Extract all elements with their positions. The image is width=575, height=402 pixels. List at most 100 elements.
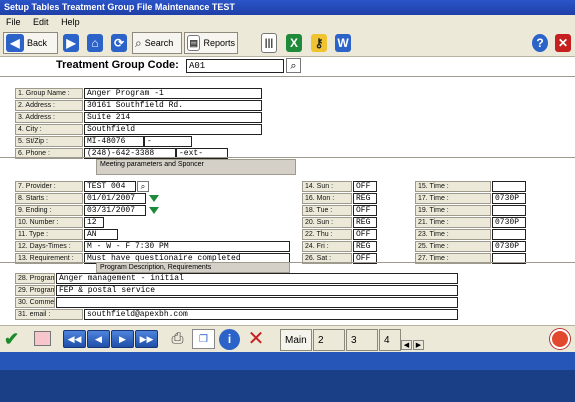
- delete-icon[interactable]: ✕: [245, 328, 267, 350]
- time-25-field[interactable]: 0730P: [492, 241, 526, 252]
- ending-dropdown-icon[interactable]: [149, 207, 159, 214]
- divider: [0, 76, 575, 77]
- label-time-21: 21. Time :: [415, 217, 491, 228]
- key-icon: ⚷: [311, 34, 327, 52]
- address-2-field[interactable]: Suite 214: [84, 112, 262, 123]
- menu-edit[interactable]: Edit: [33, 17, 49, 27]
- day-16-field[interactable]: REG: [353, 193, 377, 204]
- label-email: 31. email :: [15, 309, 83, 320]
- label-number: 10. Number :: [15, 217, 83, 228]
- reports-button[interactable]: ▤ Reports: [184, 32, 238, 54]
- label-time-23: 23. Time :: [415, 229, 491, 240]
- print-icon[interactable]: ⎙: [167, 329, 188, 349]
- label-program-29: 29. Program :: [15, 285, 55, 296]
- first-record-icon[interactable]: ◀◀: [63, 330, 86, 348]
- barcode-button[interactable]: |||: [258, 32, 280, 54]
- info-icon[interactable]: i: [219, 329, 240, 350]
- day-18-field[interactable]: OFF: [353, 205, 377, 216]
- label-program-28: 28. Program :: [15, 273, 55, 284]
- label-day-18: 18. Tue :: [302, 205, 352, 216]
- time-17-field[interactable]: 0730P: [492, 193, 526, 204]
- starts-dropdown-icon[interactable]: [149, 195, 159, 202]
- time-19-field[interactable]: [492, 205, 526, 216]
- group-name-field[interactable]: Anger Program -1: [84, 88, 262, 99]
- tab-scroll-right-icon[interactable]: ▶: [413, 340, 424, 350]
- tab-3[interactable]: 3: [346, 329, 378, 351]
- back-button[interactable]: ◀ Back: [3, 32, 58, 54]
- label-days-times: 12. Days-Times :: [15, 241, 83, 252]
- city-field[interactable]: Southfield: [84, 124, 262, 135]
- close-button[interactable]: ✕: [552, 32, 574, 54]
- previous-record-icon[interactable]: ◀: [87, 330, 110, 348]
- label-day-22: 22. Thu :: [302, 229, 352, 240]
- label-day-14: 14. Sun :: [302, 181, 352, 192]
- refresh-button[interactable]: ⟳: [108, 32, 130, 54]
- refresh-icon: ⟳: [111, 34, 127, 52]
- back-arrow-icon: ◀: [6, 34, 24, 52]
- help-icon: ?: [532, 34, 548, 52]
- divider: [0, 157, 575, 158]
- type-field[interactable]: AN: [84, 229, 118, 240]
- zip-extension-field[interactable]: -: [144, 136, 192, 147]
- time-23-field[interactable]: [492, 229, 526, 240]
- label-ending: 9. Ending :: [15, 205, 83, 216]
- home-icon: ⌂: [87, 34, 103, 52]
- next-record-icon[interactable]: ▶: [111, 330, 134, 348]
- label-group-name: 1. Group Name :: [15, 88, 83, 99]
- code-bar: Treatment Group Code: A01 ⌕: [0, 57, 575, 76]
- ending-field[interactable]: 03/31/2007: [84, 205, 146, 216]
- code-field[interactable]: A01: [186, 59, 284, 73]
- menu-file[interactable]: File: [6, 17, 21, 27]
- code-lookup-search-icon[interactable]: ⌕: [286, 58, 301, 73]
- menu-help[interactable]: Help: [61, 17, 80, 27]
- tab-4[interactable]: 4: [379, 329, 401, 351]
- excel-button[interactable]: X: [283, 32, 305, 54]
- provider-lookup-search-icon[interactable]: ⌕: [137, 181, 149, 192]
- days-times-field[interactable]: M - W - F 7:30 PM: [84, 241, 290, 252]
- label-comment: 30. Comment :: [15, 297, 55, 308]
- tab-main[interactable]: Main: [280, 329, 312, 351]
- toolbar: ◀ Back ▶ ⌂ ⟳ ⌕ Search ▤ Reports ||| X ⚷ …: [0, 29, 575, 57]
- word-button[interactable]: W: [332, 32, 354, 54]
- checkmark-icon[interactable]: ✔: [4, 330, 26, 348]
- label-city: 4. City :: [15, 124, 83, 135]
- last-record-icon[interactable]: ▶▶: [135, 330, 158, 348]
- status-line: [0, 352, 575, 370]
- key-button[interactable]: ⚷: [308, 32, 330, 54]
- label-day-16: 16. Mon :: [302, 193, 352, 204]
- comment-field[interactable]: [56, 297, 458, 308]
- clear-icon[interactable]: [34, 331, 51, 346]
- time-21-field[interactable]: 0730P: [492, 217, 526, 228]
- forward-arrow-icon: ▶: [63, 34, 79, 52]
- help-button[interactable]: ?: [529, 32, 551, 54]
- time-15-field[interactable]: [492, 181, 526, 192]
- program-28-field[interactable]: Anger management - initial: [56, 273, 458, 284]
- day-14-field[interactable]: OFF: [353, 181, 377, 192]
- copy-icon[interactable]: ❐: [192, 329, 215, 349]
- number-field[interactable]: 12: [84, 217, 104, 228]
- label-day-24: 24. Fri :: [302, 241, 352, 252]
- address-1-field[interactable]: 30161 Southfield Rd.: [84, 100, 262, 111]
- email-field[interactable]: southfield@apexbh.com: [84, 309, 458, 320]
- st-zip-field[interactable]: MI-48076: [84, 136, 144, 147]
- barcode-icon: |||: [261, 33, 277, 53]
- meeting-section-header: Meeting parameters and Sponcer: [96, 159, 296, 175]
- day-24-field[interactable]: REG: [353, 241, 377, 252]
- provider-field[interactable]: TEST 004: [84, 181, 136, 192]
- home-button[interactable]: ⌂: [84, 32, 106, 54]
- label-st-zip: 5. St/Zip :: [15, 136, 83, 147]
- forward-button[interactable]: ▶: [60, 32, 82, 54]
- tab-2[interactable]: 2: [313, 329, 345, 351]
- tab-scroll-left-icon[interactable]: ◀: [401, 340, 412, 350]
- program-29-field[interactable]: FEP & postal service: [56, 285, 458, 296]
- day-20-field[interactable]: REG: [353, 217, 377, 228]
- label-time-19: 19. Time :: [415, 205, 491, 216]
- label-address-1: 2. Address :: [15, 100, 83, 111]
- starts-field[interactable]: 01/01/2007: [84, 193, 146, 204]
- record-toolbar: ✔ ◀◀ ◀ ▶ ▶▶ ⎙ ❐ i ✕ Main 2 3 4 ◀ ▶: [0, 325, 575, 352]
- code-label: Treatment Group Code:: [56, 59, 179, 71]
- search-button[interactable]: ⌕ Search: [132, 32, 182, 54]
- divider: [0, 262, 575, 263]
- day-22-field[interactable]: OFF: [353, 229, 377, 240]
- exit-icon[interactable]: [550, 329, 570, 349]
